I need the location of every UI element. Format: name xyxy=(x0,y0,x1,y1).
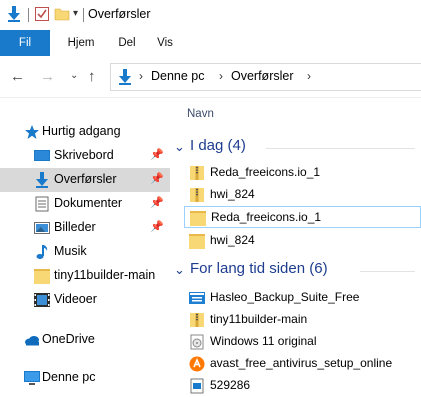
up-arrow-icon[interactable]: ↑ xyxy=(88,68,96,85)
download-arrow-icon xyxy=(34,172,50,188)
sidebar-item-quick-access[interactable]: Hurtig adgang xyxy=(0,120,170,144)
file-name: Hasleo_Backup_Suite_Free xyxy=(210,290,360,304)
breadcrumb-downloads[interactable]: Overførsler xyxy=(231,69,294,83)
file-name: avast_free_antivirus_setup_online xyxy=(210,356,393,370)
folder-icon xyxy=(189,233,205,249)
file-row[interactable]: Windows 11 original xyxy=(184,331,421,353)
file-name: Reda_freeicons.io_1 xyxy=(210,165,321,179)
group-header-long-ago[interactable]: ⌄ For lang tid siden (6) xyxy=(170,259,421,283)
zip-folder-icon xyxy=(189,165,205,181)
file-name: hwi_824 xyxy=(210,233,255,247)
file-name: 529286 xyxy=(210,378,251,392)
group-divider xyxy=(360,271,415,272)
chevron-down-icon[interactable]: ⌄ xyxy=(174,262,185,278)
column-header-name[interactable]: Navn xyxy=(187,108,214,120)
sidebar-item-desktop[interactable]: Skrivebord 📌 xyxy=(0,144,170,168)
pin-icon[interactable]: 📌 xyxy=(150,172,164,185)
group-divider xyxy=(266,148,415,149)
file-name: hwi_824 xyxy=(210,187,255,201)
file-row[interactable]: Reda_freeicons.io_1 xyxy=(184,162,421,184)
file-row[interactable]: avast_free_antivirus_setup_online xyxy=(184,353,421,375)
sidebar-item-label: Dokumenter xyxy=(54,196,123,210)
group-title: I dag (4) xyxy=(190,137,246,154)
title-divider xyxy=(83,8,84,22)
star-icon xyxy=(24,124,40,140)
sidebar-item-label: Overførsler xyxy=(54,172,117,186)
file-row[interactable]: 529286 xyxy=(184,375,421,397)
download-arrow-icon xyxy=(117,69,133,88)
navigation-bar: ← → ⌄ ↑ › Denne pc › Overførsler › xyxy=(0,56,421,98)
tab-home[interactable]: Hjem xyxy=(60,30,102,56)
sidebar-item-label: tiny11builder-main xyxy=(54,268,156,282)
back-arrow-icon[interactable]: ← xyxy=(10,68,25,85)
tab-view[interactable]: Vis xyxy=(150,30,180,56)
group-title: For lang tid siden (6) xyxy=(190,260,328,277)
zip-folder-icon xyxy=(189,312,205,328)
sidebar-item-onedrive[interactable]: OneDrive xyxy=(0,328,170,352)
navigation-pane: Hurtig adgang Skrivebord 📌 Overførsler 📌… xyxy=(0,98,170,397)
file-name: Reda_freeicons.io_1 xyxy=(211,210,322,224)
sidebar-item-documents[interactable]: Dokumenter 📌 xyxy=(0,192,170,216)
sidebar-item-label: Videoer xyxy=(54,292,97,306)
download-arrow-icon xyxy=(6,6,22,22)
sidebar-item-label: Billeder xyxy=(54,220,96,234)
title-bar: ▾ Overførsler xyxy=(0,0,421,30)
recent-locations-chevron-icon[interactable]: ⌄ xyxy=(70,70,78,81)
pin-icon[interactable]: 📌 xyxy=(150,220,164,233)
new-folder-icon[interactable] xyxy=(54,6,70,22)
disc-image-icon xyxy=(189,334,205,350)
file-row[interactable]: Hasleo_Backup_Suite_Free xyxy=(184,287,421,309)
avast-icon xyxy=(189,356,205,372)
group-header-today[interactable]: ⌄ I dag (4) xyxy=(170,136,421,160)
quick-access-dropdown-icon[interactable]: ▾ xyxy=(73,8,78,19)
cloud-icon xyxy=(24,332,40,348)
pin-icon[interactable]: 📌 xyxy=(150,148,164,161)
sidebar-item-downloads[interactable]: Overførsler 📌 xyxy=(0,168,170,192)
file-name: tiny11builder-main xyxy=(210,312,308,326)
desktop-icon xyxy=(34,148,50,164)
tab-file[interactable]: Fil xyxy=(0,30,50,56)
folder-icon xyxy=(190,210,206,226)
ribbon-tabs: Fil Hjem Del Vis xyxy=(0,30,421,56)
music-icon xyxy=(34,244,50,260)
breadcrumb-chevron-icon[interactable]: › xyxy=(307,69,311,83)
file-icon xyxy=(189,378,205,394)
zip-folder-icon xyxy=(189,187,205,203)
sidebar-item-label: Denne pc xyxy=(42,370,96,384)
breadcrumb-chevron-icon[interactable]: › xyxy=(139,69,143,83)
file-row-focused[interactable]: Reda_freeicons.io_1 xyxy=(184,206,421,228)
breadcrumb-this-pc[interactable]: Denne pc xyxy=(151,69,205,83)
sidebar-item-label: Musik xyxy=(54,244,87,258)
toolbar-divider xyxy=(28,8,29,22)
sidebar-item-label: Hurtig adgang xyxy=(42,124,121,138)
sidebar-item-music[interactable]: Musik xyxy=(0,240,170,264)
properties-check-icon[interactable] xyxy=(34,6,50,22)
computer-icon xyxy=(24,370,40,386)
pin-icon[interactable]: 📌 xyxy=(150,196,164,209)
chevron-down-icon[interactable]: ⌄ xyxy=(174,139,185,155)
file-name: Windows 11 original xyxy=(210,334,317,348)
folder-icon xyxy=(34,268,50,284)
sidebar-item-label: OneDrive xyxy=(42,332,95,346)
document-icon xyxy=(34,196,50,212)
file-list: Navn ⌄ I dag (4) Reda_freeicons.io_1 hwi… xyxy=(170,98,421,397)
address-bar[interactable]: › Denne pc › Overførsler › xyxy=(110,63,421,91)
sidebar-item-pictures[interactable]: Billeder 📌 xyxy=(0,216,170,240)
forward-arrow-icon[interactable]: → xyxy=(40,68,55,85)
file-row[interactable]: hwi_824 xyxy=(184,184,421,206)
tab-share[interactable]: Del xyxy=(110,30,144,56)
sidebar-item-this-pc[interactable]: Denne pc xyxy=(0,366,170,390)
video-icon xyxy=(34,292,50,308)
sidebar-item-label: Skrivebord xyxy=(54,148,114,162)
breadcrumb-chevron-icon[interactable]: › xyxy=(219,69,223,83)
installer-icon xyxy=(189,290,205,306)
file-row[interactable]: tiny11builder-main xyxy=(184,309,421,331)
pictures-icon xyxy=(34,220,50,236)
window-title: Overførsler xyxy=(88,7,151,21)
sidebar-item-videos[interactable]: Videoer xyxy=(0,288,170,312)
sidebar-item-tiny11builder[interactable]: tiny11builder-main xyxy=(0,264,170,288)
file-row[interactable]: hwi_824 xyxy=(184,230,421,252)
